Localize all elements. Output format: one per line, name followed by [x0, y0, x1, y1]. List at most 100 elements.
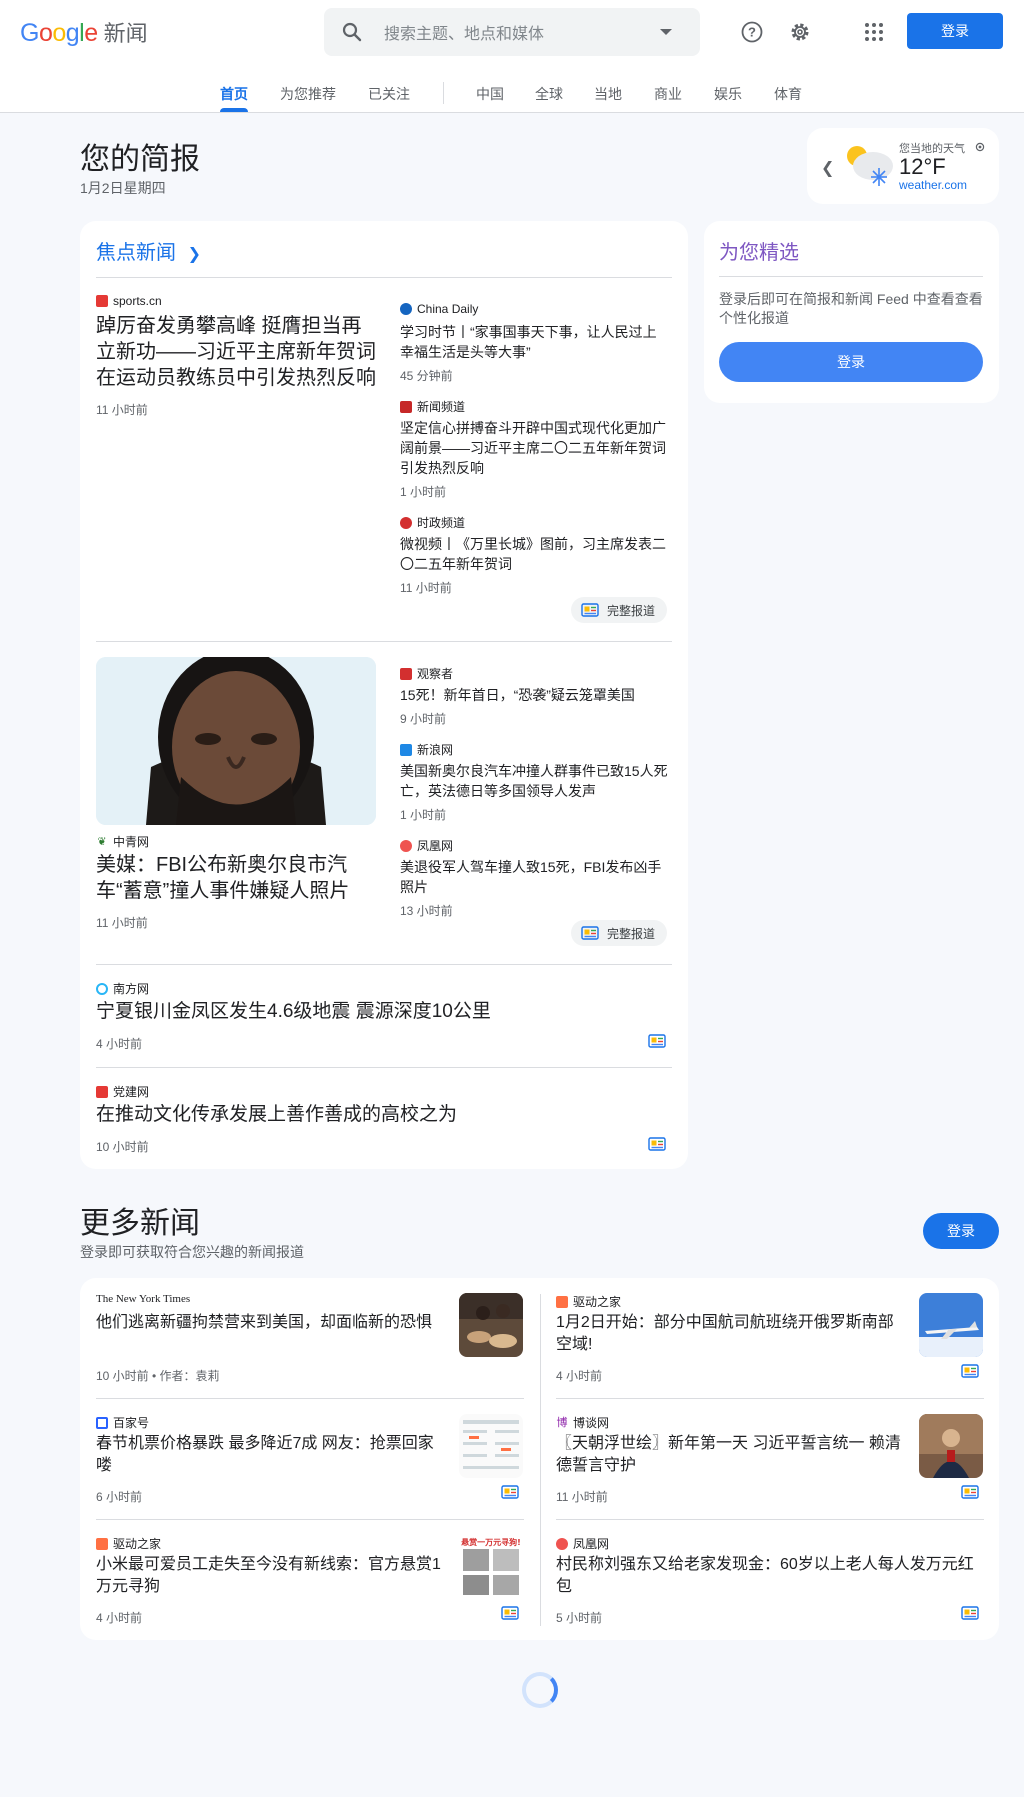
tab-following[interactable]: 已关注 [368, 84, 410, 104]
headline-link[interactable]: 美媒：FBI公布新奥尔良市汽车“蓄意”撞人事件嫌疑人照片 [96, 852, 376, 904]
source-label: 百家号 [96, 1414, 149, 1431]
full-coverage-icon[interactable] [961, 1485, 979, 1499]
google-news-logo[interactable]: Google 新闻 [20, 16, 148, 48]
timestamp: 1 小时前 [400, 808, 447, 822]
headline-link[interactable]: 他们逃离新疆拘禁营来到美国，却面临新的恐惧 [96, 1312, 441, 1334]
source-label: 新闻频道 [400, 398, 465, 415]
timestamp: 11 小时前 [96, 916, 148, 930]
tab-entertainment[interactable]: 娱乐 [714, 84, 742, 104]
ifeng-icon [400, 839, 412, 852]
full-coverage-icon[interactable] [501, 1606, 519, 1620]
full-coverage-icon[interactable] [648, 1137, 666, 1151]
source-label: China Daily [400, 302, 478, 316]
flight-prices-screenshot-image [459, 1414, 523, 1478]
headline-link[interactable]: 美退役军人驾车撞人致15死，FBI发布凶手照片 [400, 857, 670, 897]
headline-link[interactable]: 踔厉奋发勇攀高峰 挺膺担当再立新功——习近平主席新年贺词在运动员教练员中引发热烈… [96, 313, 376, 391]
china-daily-icon [400, 303, 412, 315]
tab-business[interactable]: 商业 [654, 84, 682, 104]
speech-broadcast-image [919, 1414, 983, 1478]
top-stories-title[interactable]: 焦点新闻 ❯ [96, 236, 201, 265]
for-you-title: 为您精选 [719, 242, 799, 264]
full-coverage-icon[interactable] [648, 1034, 666, 1048]
article-thumbnail[interactable] [919, 1414, 983, 1478]
source-label: sports.cn [96, 294, 162, 308]
tab-sports[interactable]: 体育 [774, 84, 802, 104]
politics-channel-icon [400, 516, 412, 529]
headline-link[interactable]: 春节机票价格暴跌 最多降近7成 网友：抢票回家喽 [96, 1433, 441, 1477]
for-you-sign-in-button[interactable]: 登录 [719, 342, 983, 382]
news-channel-icon [400, 400, 412, 413]
sign-in-button[interactable]: 登录 [907, 13, 1003, 49]
chevron-left-icon[interactable]: ❮ [821, 158, 834, 178]
tab-for-you[interactable]: 为您推荐 [280, 84, 336, 104]
divider [96, 1398, 524, 1399]
headline-link[interactable]: 美国新奥尔良汽车冲撞人群事件已致15人死亡，英法德日等多国领导人发声 [400, 761, 670, 801]
more-news-sign-in-button[interactable]: 登录 [923, 1213, 999, 1249]
full-coverage-icon[interactable] [961, 1364, 979, 1378]
youth-net-icon: ❦ [96, 835, 108, 848]
headline-link[interactable]: 坚定信心拼搏奋斗开辟中国式现代化更加广阔前景——习近平主席二〇二五年新年贺词引发… [400, 418, 670, 478]
more-news-subtitle: 登录即可获取符合您兴趣的新闻报道 [80, 1244, 304, 1260]
sina-icon [400, 743, 412, 756]
dog-reward-text: 悬赏一万元寻狗! [460, 1537, 521, 1547]
tab-china[interactable]: 中国 [476, 84, 504, 104]
headline-link[interactable]: 宁夏银川金凤区发生4.6级地震 震源深度10公里 [96, 1001, 656, 1023]
briefing-date: 1月2日星期四 [80, 180, 166, 196]
source-label: The New York Times [96, 1293, 190, 1305]
divider [556, 1519, 984, 1520]
headline-link[interactable]: 1月2日开始：部分中国航司航班绕开俄罗斯南部空域! [556, 1312, 901, 1356]
botan-icon: 博 [556, 1416, 568, 1429]
article-thumbnail[interactable] [459, 1414, 523, 1478]
mydrivers-icon [556, 1295, 568, 1308]
timestamp: 1 小时前 [400, 485, 447, 499]
timestamp: 10 小时前 • 作者：袁莉 [96, 1369, 220, 1383]
mydrivers-icon [96, 1537, 108, 1550]
divider [96, 1519, 524, 1520]
search-input[interactable]: 搜索主题、地点和媒体 [384, 20, 660, 44]
headline-link[interactable]: 学习时节丨“家事国事天下事，让人民过上幸福生活是头等大事” [400, 322, 670, 362]
timestamp: 9 小时前 [400, 712, 447, 726]
tab-world[interactable]: 全球 [535, 84, 563, 104]
help-icon[interactable]: ? [740, 20, 764, 44]
timestamp: 13 小时前 [400, 904, 453, 918]
for-you-description: 登录后即可在简报和新闻 Feed 中查看查看个性化报道 [719, 291, 983, 326]
article-thumbnail[interactable] [919, 1293, 983, 1357]
headline-link[interactable]: 村民称刘强东又给老家发现金：60岁以上老人每人发万元红包 [556, 1554, 981, 1598]
sports-cn-icon [96, 295, 108, 307]
settings-icon[interactable] [788, 20, 812, 44]
full-coverage-button[interactable]: 完整报道 [571, 597, 668, 623]
timestamp: 5 小时前 [556, 1611, 603, 1625]
source-label: 新浪网 [400, 741, 453, 758]
search-icon[interactable] [340, 20, 364, 44]
headline-link[interactable]: 15死！新年首日，“恐袭”疑云笼罩美国 [400, 685, 670, 705]
headline-link[interactable]: 在推动文化传承发展上善作善成的高校之为 [96, 1104, 656, 1126]
article-thumbnail[interactable]: 悬赏一万元寻狗! [459, 1535, 523, 1599]
timestamp: 45 分钟前 [400, 369, 453, 383]
weather-snow-icon [847, 146, 893, 186]
tab-divider [443, 82, 444, 104]
search-dropdown-icon[interactable] [660, 29, 672, 35]
suspect-photo[interactable] [96, 657, 376, 825]
full-coverage-icon[interactable] [961, 1606, 979, 1620]
full-coverage-button[interactable]: 完整报道 [571, 920, 668, 946]
search-bar[interactable]: 搜索主题、地点和媒体 [324, 8, 700, 56]
full-coverage-icon[interactable] [501, 1485, 519, 1499]
divider [96, 277, 672, 278]
weather-widget[interactable]: ❮ 您当地的天气 12°F weather.com [807, 128, 999, 204]
svg-text:?: ? [748, 25, 756, 40]
ifeng-icon [556, 1537, 568, 1550]
headline-link[interactable]: 微视频丨《万里长城》图前，习主席发表二〇二五年新年贺词 [400, 534, 670, 574]
timestamp: 4 小时前 [96, 1037, 143, 1051]
guancha-icon [400, 667, 412, 680]
headline-link[interactable]: 小米最可爱员工走失至今没有新线索：官方悬赏1万元寻狗 [96, 1554, 441, 1598]
timestamp: 11 小时前 [96, 403, 148, 417]
tab-local[interactable]: 当地 [594, 84, 622, 104]
article-thumbnail[interactable] [459, 1293, 523, 1357]
source-label: 党建网 [96, 1083, 149, 1100]
apps-icon[interactable] [862, 20, 886, 44]
tab-home[interactable]: 首页 [220, 84, 248, 104]
headline-link[interactable]: 〖天朝浮世绘〗新年第一天 习近平誓言统一 赖清德誓言守护 [556, 1433, 901, 1477]
weather-source-link[interactable]: weather.com [899, 178, 967, 192]
divider [96, 964, 672, 965]
airplane-image [919, 1293, 983, 1357]
